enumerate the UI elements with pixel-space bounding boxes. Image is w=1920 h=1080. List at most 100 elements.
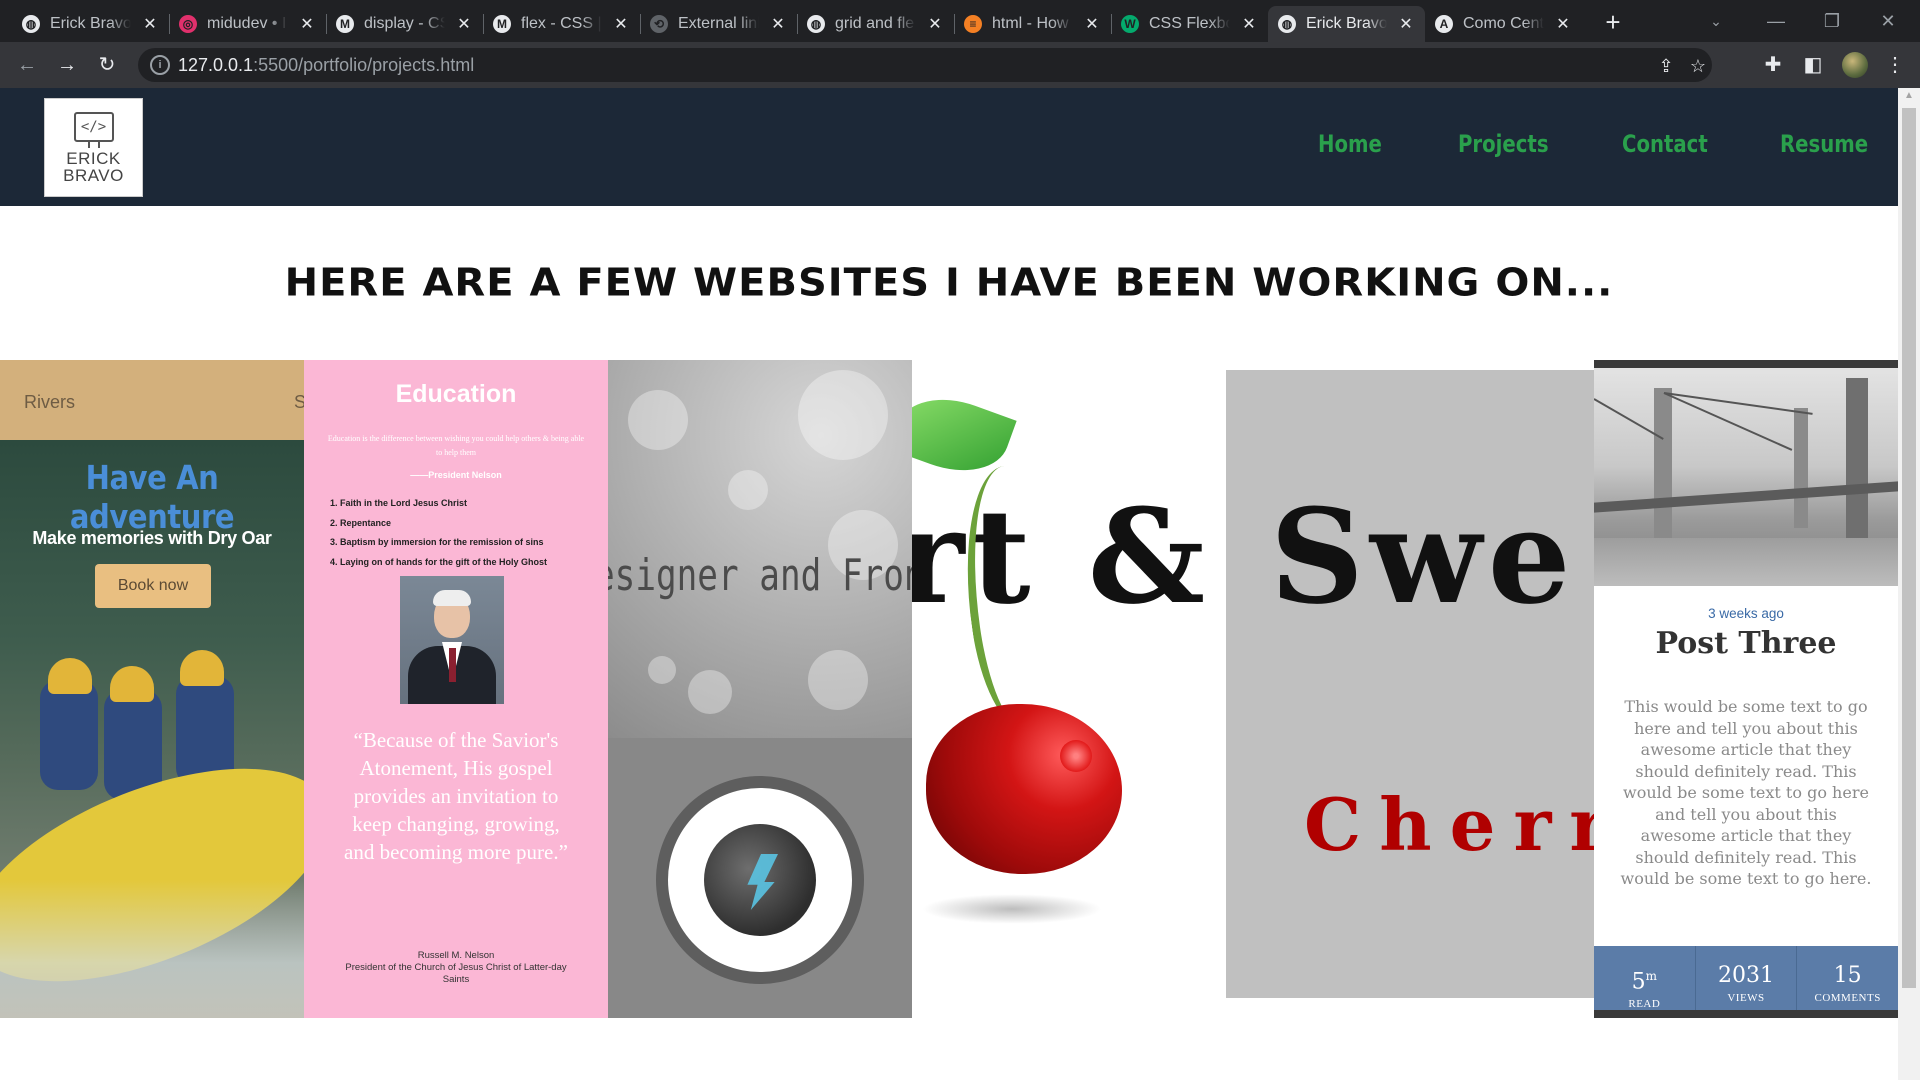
rafter-helmet: [110, 666, 154, 702]
bookmark-star-icon[interactable]: ☆: [1686, 54, 1710, 78]
tab-close-icon[interactable]: ✕: [926, 14, 944, 34]
rivers-brand-cut: S: [294, 392, 304, 412]
share-icon[interactable]: ⇪: [1654, 54, 1678, 78]
project-card-sweet[interactable]: Swe Cherr: [1226, 360, 1594, 1036]
tab-title: Erick Bravo: [1306, 15, 1387, 32]
project-card-cherry[interactable]: rt &: [912, 360, 1226, 1036]
close-window-icon[interactable]: ✕: [1868, 6, 1908, 36]
tab-close-icon[interactable]: ✕: [298, 14, 316, 34]
nav-resume-link[interactable]: Resume: [1780, 130, 1868, 158]
project-card-rivers[interactable]: Rivers S Have An adventure Make memories…: [0, 360, 304, 1018]
logo-name-line2: BRAVO: [63, 165, 124, 185]
forward-arrow-icon[interactable]: →: [52, 50, 82, 80]
scrollbar-thumb[interactable]: [1902, 108, 1916, 988]
tab-close-icon[interactable]: ✕: [1397, 14, 1415, 34]
rafter-helmet: [48, 658, 92, 694]
stat-read-value: 5m: [1594, 964, 1695, 994]
site-navbar: </> ERICK BRAVO Home Projects Contact Re…: [0, 88, 1898, 206]
rafter-body: [40, 680, 98, 790]
quote-signature: Russell M. Nelson President of the Churc…: [340, 950, 572, 986]
url-text: 127.0.0.1:5500/portfolio/projects.html: [178, 55, 474, 76]
mdn-icon: M: [493, 15, 511, 33]
browser-tab[interactable]: ≡ html - How ✕: [954, 6, 1111, 42]
url-path: :5500/portfolio/projects.html: [253, 55, 475, 75]
browser-tab[interactable]: Mflex - CSS | I ✕: [483, 6, 640, 42]
bokeh-bubble: [728, 470, 768, 510]
scroll-up-arrow-icon[interactable]: ▲: [1904, 90, 1914, 101]
browser-tab[interactable]: ◍ Erick Bravo ✕: [12, 6, 169, 42]
page-scrollbar[interactable]: ▲: [1898, 88, 1920, 1080]
water-splash: [0, 880, 304, 1018]
restore-icon[interactable]: ❐: [1812, 6, 1852, 36]
tab-title: midudev • I: [207, 15, 287, 32]
tab-close-icon[interactable]: ✕: [1554, 14, 1572, 34]
new-tab-button[interactable]: +: [1598, 8, 1628, 38]
book-now-button[interactable]: Book now: [95, 564, 211, 608]
post-time-ago: 3 weeks ago: [1708, 606, 1784, 621]
portrait-photo: [400, 576, 504, 704]
rivers-header: Rivers S: [0, 360, 304, 440]
browser-tab[interactable]: Mdisplay - CS ✕: [326, 6, 483, 42]
designer-logo-panel: [608, 738, 912, 1018]
browser-tab[interactable]: ⟲ External link ✕: [640, 6, 797, 42]
browser-tab[interactable]: ◍ Erick Bravo ✕: [1268, 6, 1425, 42]
tab-close-icon[interactable]: ✕: [612, 14, 630, 34]
nav-home-link[interactable]: Home: [1318, 130, 1382, 158]
tab-title: grid and fle: [835, 15, 915, 32]
stat-read: 5m READ: [1594, 946, 1696, 1018]
projects-gallery: Rivers S Have An adventure Make memories…: [0, 360, 1898, 1036]
tab-title: html - How: [992, 15, 1069, 32]
tab-close-icon[interactable]: ✕: [1240, 14, 1258, 34]
tab-search-chevron-icon[interactable]: ⌄: [1696, 6, 1736, 36]
tab-close-icon[interactable]: ✕: [1083, 14, 1101, 34]
tab-close-icon[interactable]: ✕: [769, 14, 787, 34]
cherry-shadow: [922, 894, 1102, 924]
bridge-photo: [1594, 360, 1898, 586]
list-item: 2. Repentance: [330, 517, 392, 528]
reload-icon[interactable]: ↻: [92, 50, 122, 80]
stat-read-unit: m: [1645, 969, 1658, 983]
w3schools-icon: W: [1121, 15, 1139, 33]
browser-tab[interactable]: A Como Cent ✕: [1425, 6, 1582, 42]
site-info-icon[interactable]: i: [150, 55, 170, 75]
page-headline: Here are a few websites I have been work…: [284, 261, 1614, 305]
project-card-designer[interactable]: esigner and Front: [608, 360, 912, 1018]
tab-separator: [483, 14, 484, 34]
cherry-title-text: rt &: [912, 480, 1212, 633]
education-title: Education: [395, 380, 517, 408]
browser-tab[interactable]: ◎ midudev • I ✕: [169, 6, 326, 42]
signature-role: President of the Church of Jesus Christ …: [345, 962, 567, 985]
project-card-post[interactable]: 3 weeks ago Post Three This would be som…: [1594, 360, 1898, 1018]
profile-avatar[interactable]: [1842, 52, 1868, 78]
nav-projects-link[interactable]: Projects: [1458, 130, 1549, 158]
side-panel-icon[interactable]: ◧: [1798, 50, 1828, 80]
extensions-puzzle-icon[interactable]: ✚: [1758, 50, 1788, 80]
stat-comments: 15 COMMENTS: [1797, 946, 1898, 1018]
menu-kebab-icon[interactable]: ⋮: [1880, 50, 1910, 80]
nav-contact-link[interactable]: Contact: [1622, 130, 1708, 158]
tab-close-icon[interactable]: ✕: [141, 14, 159, 34]
minimize-icon[interactable]: —: [1756, 6, 1796, 36]
address-bar[interactable]: i 127.0.0.1:5500/portfolio/projects.html…: [138, 48, 1712, 82]
s-logo-bolt: [747, 854, 778, 910]
tab-title: CSS Flexbox: [1149, 15, 1230, 32]
back-arrow-icon[interactable]: ←: [12, 50, 42, 80]
post-title[interactable]: Post Three: [1594, 626, 1898, 661]
project-card-education[interactable]: Education Education is the difference be…: [304, 360, 608, 1018]
stat-read-label: READ: [1628, 998, 1661, 1011]
tab-close-icon[interactable]: ✕: [455, 14, 473, 34]
bokeh-background: [608, 360, 912, 738]
browser-tab[interactable]: W CSS Flexbox ✕: [1111, 6, 1268, 42]
tab-title: display - CS: [364, 15, 445, 32]
tab-separator: [954, 14, 955, 34]
site-logo[interactable]: </> ERICK BRAVO: [44, 98, 143, 197]
globe-icon: ◍: [22, 15, 40, 33]
browser-tab[interactable]: ◍ grid and fle ✕: [797, 6, 954, 42]
tab-separator: [169, 14, 170, 34]
logo-name-line1: ERICK: [66, 148, 121, 168]
cherry-fruit: [926, 704, 1122, 874]
link-icon: ⟲: [650, 15, 668, 33]
tab-title: flex - CSS | I: [521, 15, 602, 32]
sweet-grey-panel: [1226, 370, 1594, 998]
tab-separator: [1111, 14, 1112, 34]
